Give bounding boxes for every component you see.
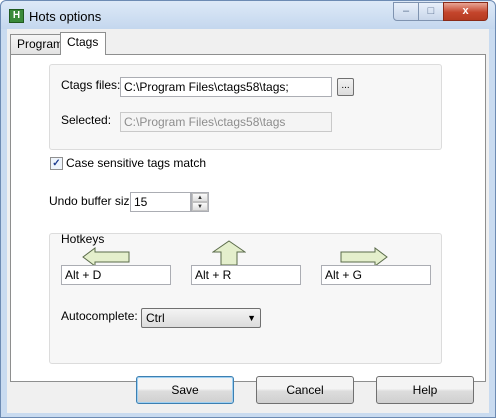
save-button[interactable]: Save [136, 376, 234, 404]
hotkey-left-input[interactable]: Alt + D [61, 265, 171, 285]
tab-program[interactable]: Program [10, 34, 63, 54]
window-title: Hots options [29, 9, 102, 24]
spin-down-icon[interactable]: ▼ [192, 202, 208, 211]
arrow-left-icon [82, 247, 130, 267]
options-window: H Hots options – □ x Program Ctags Ctags… [0, 0, 496, 418]
undo-buffer-input[interactable]: 15 [130, 192, 191, 212]
ctags-files-label: Ctags files: [61, 78, 121, 92]
hotkeys-group-label: Hotkeys [61, 232, 105, 246]
cancel-button[interactable]: Cancel [256, 376, 354, 404]
undo-buffer-label: Undo buffer size: [49, 194, 140, 208]
ctags-files-input[interactable]: C:\Program Files\ctags58\tags; [120, 77, 332, 97]
selected-field: C:\Program Files\ctags58\tags [120, 112, 332, 132]
arrow-right-icon [340, 247, 388, 267]
chevron-down-icon: ▼ [247, 313, 256, 323]
close-button[interactable]: x [443, 2, 488, 21]
ctags-files-group: Ctags files: C:\Program Files\ctags58\ta… [49, 64, 442, 150]
autocomplete-label: Autocomplete: [61, 309, 138, 323]
arrow-up-icon [212, 240, 246, 266]
browse-button[interactable]: ... [337, 78, 354, 96]
tab-ctags[interactable]: Ctags [60, 32, 106, 55]
hotkey-up-input[interactable]: Alt + R [191, 265, 301, 285]
maximize-button[interactable]: □ [418, 2, 444, 21]
undo-buffer-spinner[interactable]: ▲ ▼ [191, 192, 209, 212]
case-sensitive-checkbox[interactable]: ✓ [50, 157, 63, 170]
dialog-client-area: Program Ctags Ctags files: C:\Program Fi… [7, 29, 489, 413]
autocomplete-value: Ctrl [146, 311, 165, 325]
hotkeys-group: Hotkeys Alt + D Alt + R Alt + G Autocomp… [49, 232, 442, 364]
title-bar[interactable]: H Hots options – □ x [1, 1, 495, 29]
minimize-button[interactable]: – [393, 2, 419, 21]
ctags-tab-panel: Ctags files: C:\Program Files\ctags58\ta… [10, 54, 486, 382]
app-icon: H [9, 9, 24, 23]
help-button[interactable]: Help [376, 376, 474, 404]
autocomplete-dropdown[interactable]: Ctrl ▼ [141, 308, 261, 328]
spin-up-icon[interactable]: ▲ [192, 193, 208, 202]
selected-label: Selected: [61, 113, 112, 127]
hotkey-right-input[interactable]: Alt + G [321, 265, 431, 285]
case-sensitive-label[interactable]: Case sensitive tags match [66, 156, 206, 170]
